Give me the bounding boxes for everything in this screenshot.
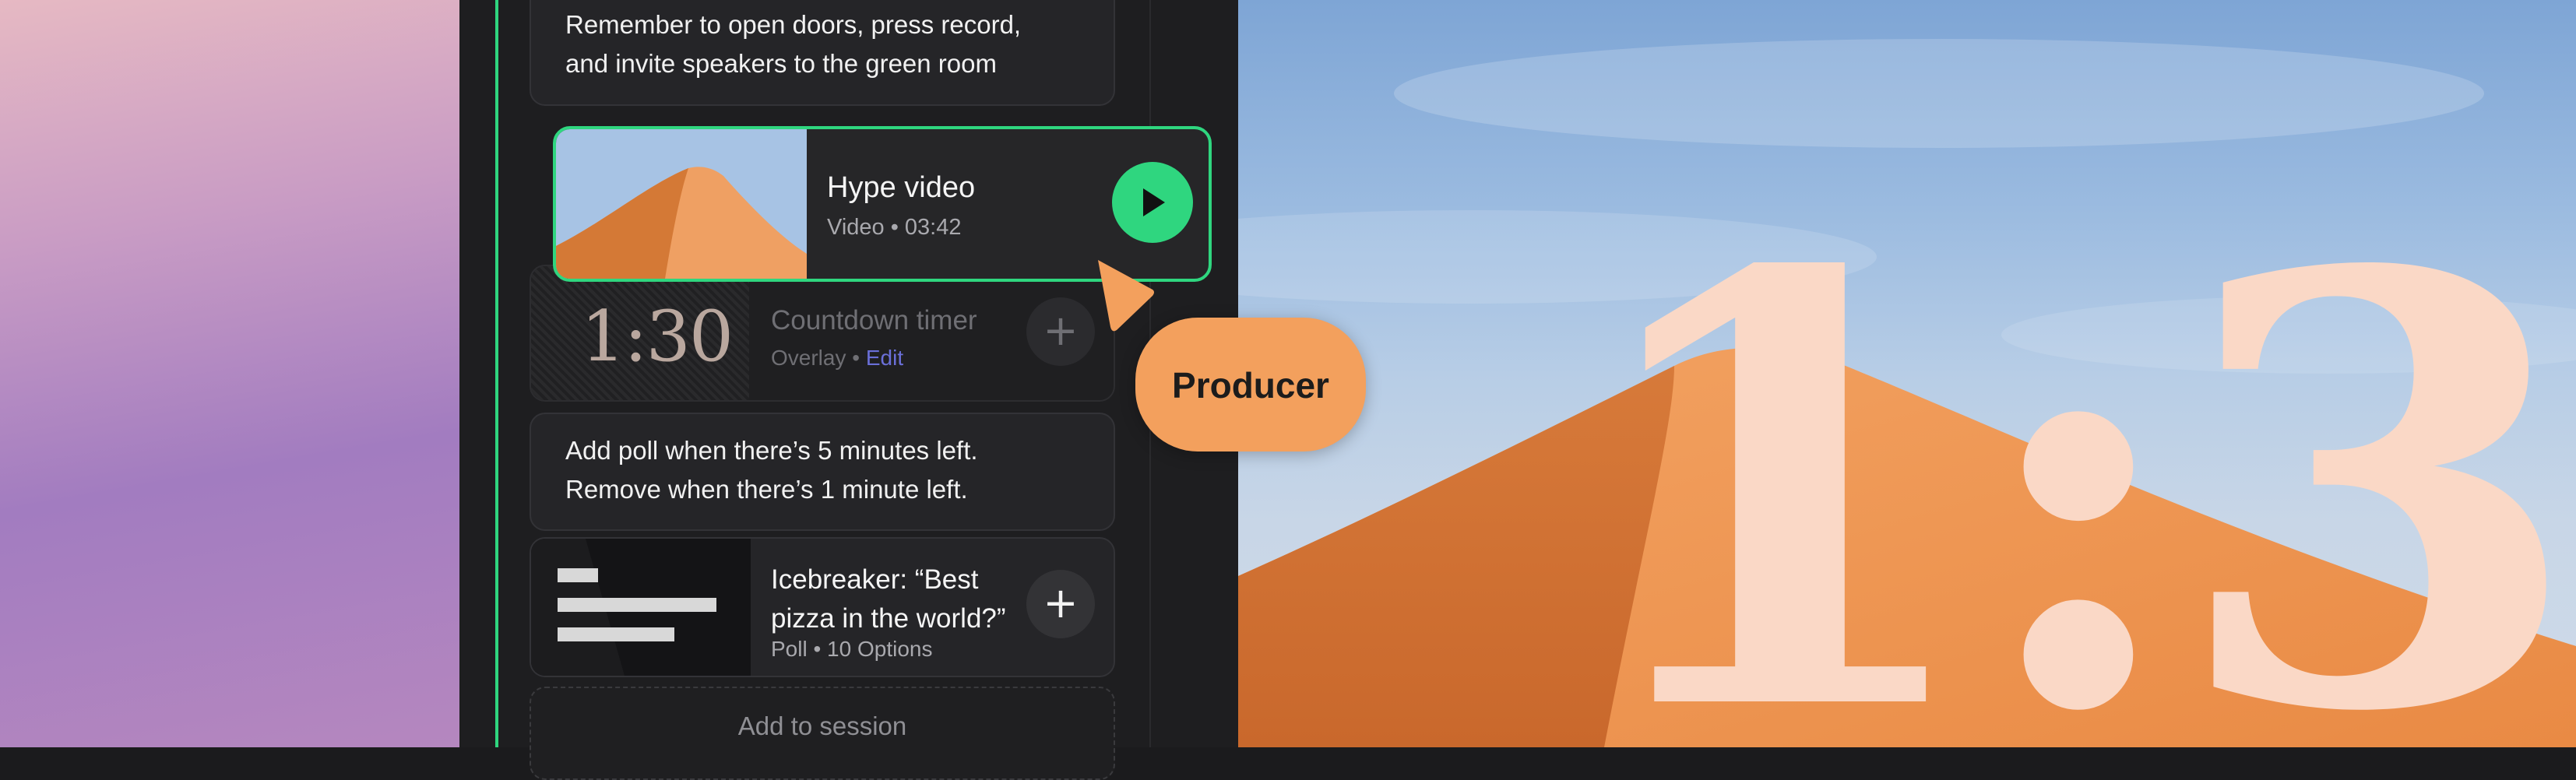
add-poll-button[interactable]: + xyxy=(1026,570,1095,638)
edit-link[interactable]: Edit xyxy=(866,346,903,370)
poll-meta: Poll • 10 Options xyxy=(771,637,933,661)
countdown-thumbnail: 1:30 xyxy=(531,266,749,400)
desert-scene: 1:30 xyxy=(1238,0,2576,747)
plus-icon: + xyxy=(1043,306,1079,355)
video-thumbnail xyxy=(556,129,807,279)
countdown-title: Countdown timer xyxy=(771,305,977,336)
countdown-meta: Overlay • Edit xyxy=(771,346,903,371)
poll-bars-icon xyxy=(531,539,716,676)
icebreaker-poll-card[interactable]: Icebreaker: “Best pizza in the world?” P… xyxy=(530,537,1115,677)
producer-cursor-label: Producer xyxy=(1135,318,1366,451)
add-countdown-button[interactable]: + xyxy=(1026,297,1095,366)
dune-thumbnail-image xyxy=(556,129,807,279)
timeline-rail xyxy=(495,0,498,747)
play-button[interactable] xyxy=(1112,162,1193,243)
cursor-pointer-icon xyxy=(1098,260,1154,332)
plus-icon: + xyxy=(1043,578,1079,627)
countdown-timer-card[interactable]: 1:30 Countdown timer Overlay • Edit + xyxy=(530,265,1115,402)
play-icon xyxy=(1143,188,1165,216)
poll-title: Icebreaker: “Best pizza in the world?” xyxy=(771,564,1006,634)
video-title: Hype video xyxy=(827,171,976,204)
note-text: Add poll when there’s 5 minutes left. Re… xyxy=(565,436,978,504)
add-to-session-label: Add to session xyxy=(737,711,907,740)
note-card-poll-timing[interactable]: Add poll when there’s 5 minutes left. Re… xyxy=(530,413,1115,531)
countdown-type: Overlay • xyxy=(771,346,866,370)
background-gradient xyxy=(0,0,459,747)
note-text: Remember to open doors, press record, an… xyxy=(565,10,1022,78)
countdown-thumbnail-time: 1:30 xyxy=(581,296,734,378)
video-meta: Video • 03:42 xyxy=(827,215,962,240)
producer-label: Producer xyxy=(1172,365,1329,406)
big-countdown-time: 1:30 xyxy=(1573,146,2576,748)
poll-thumbnail xyxy=(531,539,751,676)
add-to-session-button[interactable]: Add to session xyxy=(530,687,1115,780)
note-card-open-doors[interactable]: Remember to open doors, press record, an… xyxy=(530,0,1115,106)
